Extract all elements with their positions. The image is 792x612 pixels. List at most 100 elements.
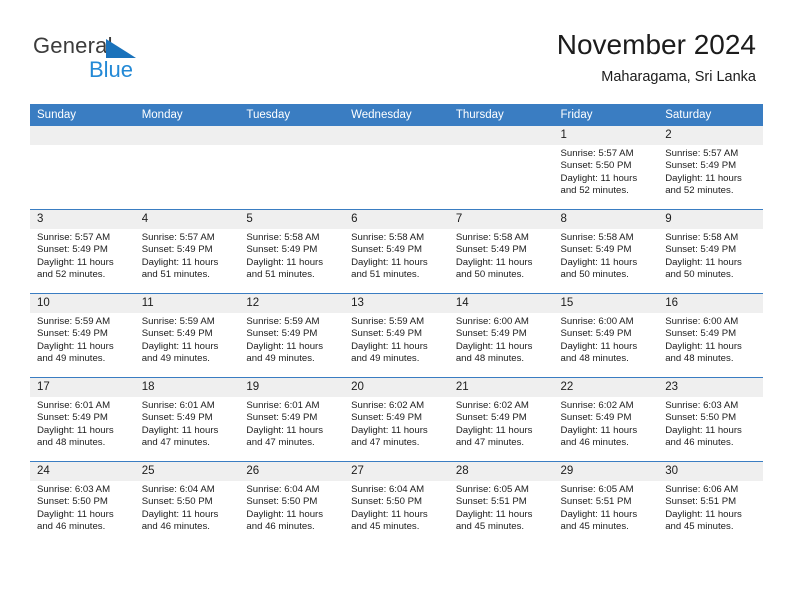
day-cell[interactable]: 17 Sunrise: 6:01 AM Sunset: 5:49 PM Dayl…: [30, 377, 135, 462]
sunrise-text: Sunrise: 6:04 AM: [141, 484, 215, 495]
day-cell[interactable]: [134, 126, 240, 210]
day-details: Sunrise: 5:59 AM Sunset: 5:49 PM Dayligh…: [344, 313, 449, 366]
day-cell[interactable]: 2 Sunrise: 5:57 AM Sunset: 5:49 PM Dayli…: [658, 126, 763, 210]
daylight-text: Daylight: 11 hours and 45 minutes.: [665, 508, 742, 533]
day-details: Sunrise: 5:59 AM Sunset: 5:49 PM Dayligh…: [30, 313, 135, 366]
daylight-text: Daylight: 11 hours and 46 minutes.: [141, 508, 219, 533]
day-cell[interactable]: 4 Sunrise: 5:57 AM Sunset: 5:49 PM Dayli…: [134, 209, 240, 294]
calendar-week-row: 1 Sunrise: 5:57 AM Sunset: 5:50 PM Dayli…: [30, 126, 763, 210]
day-cell[interactable]: 8 Sunrise: 5:58 AM Sunset: 5:49 PM Dayli…: [553, 209, 659, 294]
day-number: 30: [658, 462, 763, 481]
day-number: [344, 126, 449, 145]
sunset-text: Sunset: 5:49 PM: [141, 412, 213, 424]
day-cell[interactable]: 16 Sunrise: 6:00 AM Sunset: 5:49 PM Dayl…: [658, 293, 763, 378]
day-number: 5: [239, 210, 345, 229]
day-number: 25: [134, 462, 240, 481]
day-details: Sunrise: 6:04 AM Sunset: 5:50 PM Dayligh…: [135, 481, 240, 534]
day-number: 4: [134, 210, 240, 229]
page-header: General Blue November 2024 Maharagama, S…: [0, 0, 792, 100]
day-cell[interactable]: 5 Sunrise: 5:58 AM Sunset: 5:49 PM Dayli…: [239, 209, 345, 294]
day-cell[interactable]: 9 Sunrise: 5:58 AM Sunset: 5:49 PM Dayli…: [658, 209, 763, 294]
day-number: 10: [30, 294, 135, 313]
day-number: [448, 126, 554, 145]
logo-primary-text: General: [33, 33, 113, 58]
day-cell[interactable]: 26 Sunrise: 6:04 AM Sunset: 5:50 PM Dayl…: [239, 461, 345, 545]
weekday-header-sunday: Sunday: [30, 104, 135, 126]
sunset-text: Sunset: 5:49 PM: [665, 328, 737, 340]
sunrise-text: Sunrise: 5:57 AM: [560, 148, 634, 159]
day-number: 3: [30, 210, 135, 229]
day-cell[interactable]: 21 Sunrise: 6:02 AM Sunset: 5:49 PM Dayl…: [448, 377, 554, 462]
day-cell[interactable]: 14 Sunrise: 6:00 AM Sunset: 5:49 PM Dayl…: [448, 293, 554, 378]
day-cell[interactable]: [30, 126, 135, 210]
sunset-text: Sunset: 5:50 PM: [351, 496, 423, 508]
day-number: 1: [553, 126, 659, 145]
day-number: [134, 126, 240, 145]
day-details: Sunrise: 5:58 AM Sunset: 5:49 PM Dayligh…: [554, 229, 659, 282]
daylight-text: Daylight: 11 hours and 46 minutes.: [665, 424, 742, 449]
day-details: Sunrise: 6:02 AM Sunset: 5:49 PM Dayligh…: [344, 397, 449, 450]
day-cell[interactable]: 22 Sunrise: 6:02 AM Sunset: 5:49 PM Dayl…: [553, 377, 659, 462]
daylight-text: Daylight: 11 hours and 45 minutes.: [351, 508, 428, 533]
calendar-header-row: Sunday Monday Tuesday Wednesday Thursday…: [30, 104, 763, 126]
generalblue-logo[interactable]: General Blue: [33, 33, 213, 85]
day-details: Sunrise: 6:00 AM Sunset: 5:49 PM Dayligh…: [449, 313, 554, 366]
day-cell[interactable]: 11 Sunrise: 5:59 AM Sunset: 5:49 PM Dayl…: [134, 293, 240, 378]
daylight-text: Daylight: 11 hours and 50 minutes.: [665, 256, 742, 281]
day-cell[interactable]: 19 Sunrise: 6:01 AM Sunset: 5:49 PM Dayl…: [239, 377, 345, 462]
sunrise-text: Sunrise: 5:58 AM: [455, 232, 529, 243]
day-cell[interactable]: 29 Sunrise: 6:05 AM Sunset: 5:51 PM Dayl…: [553, 461, 659, 545]
day-number: 9: [658, 210, 763, 229]
day-cell[interactable]: 27 Sunrise: 6:04 AM Sunset: 5:50 PM Dayl…: [344, 461, 449, 545]
sunrise-text: Sunrise: 5:57 AM: [37, 232, 111, 243]
day-cell[interactable]: 23 Sunrise: 6:03 AM Sunset: 5:50 PM Dayl…: [658, 377, 763, 462]
sunset-text: Sunset: 5:49 PM: [665, 160, 737, 172]
sunset-text: Sunset: 5:49 PM: [37, 244, 108, 256]
daylight-text: Daylight: 11 hours and 45 minutes.: [455, 508, 533, 533]
day-cell[interactable]: [344, 126, 449, 210]
day-cell[interactable]: [239, 126, 345, 210]
day-cell[interactable]: 1 Sunrise: 5:57 AM Sunset: 5:50 PM Dayli…: [553, 126, 659, 210]
day-cell[interactable]: 6 Sunrise: 5:58 AM Sunset: 5:49 PM Dayli…: [344, 209, 449, 294]
sunrise-text: Sunrise: 5:58 AM: [560, 232, 634, 243]
day-cell[interactable]: [448, 126, 554, 210]
day-cell[interactable]: 12 Sunrise: 5:59 AM Sunset: 5:49 PM Dayl…: [239, 293, 345, 378]
day-cell[interactable]: 30 Sunrise: 6:06 AM Sunset: 5:51 PM Dayl…: [658, 461, 763, 545]
sunset-text: Sunset: 5:51 PM: [560, 496, 632, 508]
daylight-text: Daylight: 11 hours and 51 minutes.: [141, 256, 219, 281]
day-cell[interactable]: 24 Sunrise: 6:03 AM Sunset: 5:50 PM Dayl…: [30, 461, 135, 545]
day-number: 14: [448, 294, 554, 313]
day-details: Sunrise: 5:58 AM Sunset: 5:49 PM Dayligh…: [658, 229, 763, 282]
day-cell[interactable]: 13 Sunrise: 5:59 AM Sunset: 5:49 PM Dayl…: [344, 293, 449, 378]
day-cell[interactable]: 28 Sunrise: 6:05 AM Sunset: 5:51 PM Dayl…: [448, 461, 554, 545]
day-cell[interactable]: 15 Sunrise: 6:00 AM Sunset: 5:49 PM Dayl…: [553, 293, 659, 378]
day-cell[interactable]: 20 Sunrise: 6:02 AM Sunset: 5:49 PM Dayl…: [344, 377, 449, 462]
day-cell[interactable]: 10 Sunrise: 5:59 AM Sunset: 5:49 PM Dayl…: [30, 293, 135, 378]
day-details: Sunrise: 6:00 AM Sunset: 5:49 PM Dayligh…: [658, 313, 763, 366]
sunset-text: Sunset: 5:49 PM: [246, 244, 318, 256]
sunrise-text: Sunrise: 6:06 AM: [665, 484, 739, 495]
day-number: 28: [448, 462, 554, 481]
sunrise-text: Sunrise: 6:01 AM: [246, 400, 320, 411]
day-cell[interactable]: 7 Sunrise: 5:58 AM Sunset: 5:49 PM Dayli…: [448, 209, 554, 294]
day-details: Sunrise: 6:01 AM Sunset: 5:49 PM Dayligh…: [239, 397, 344, 450]
sunrise-text: Sunrise: 5:59 AM: [351, 316, 425, 327]
daylight-text: Daylight: 11 hours and 46 minutes.: [37, 508, 114, 533]
weekday-header-friday: Friday: [553, 104, 659, 126]
day-cell[interactable]: 3 Sunrise: 5:57 AM Sunset: 5:49 PM Dayli…: [30, 209, 135, 294]
day-number: 23: [658, 378, 763, 397]
daylight-text: Daylight: 11 hours and 47 minutes.: [141, 424, 219, 449]
sunrise-text: Sunrise: 5:59 AM: [37, 316, 111, 327]
day-details: Sunrise: 6:00 AM Sunset: 5:49 PM Dayligh…: [554, 313, 659, 366]
day-details: Sunrise: 6:02 AM Sunset: 5:49 PM Dayligh…: [554, 397, 659, 450]
daylight-text: Daylight: 11 hours and 45 minutes.: [560, 508, 638, 533]
day-details: Sunrise: 6:03 AM Sunset: 5:50 PM Dayligh…: [30, 481, 135, 534]
sunrise-text: Sunrise: 6:03 AM: [37, 484, 111, 495]
day-details: Sunrise: 6:01 AM Sunset: 5:49 PM Dayligh…: [135, 397, 240, 450]
day-cell[interactable]: 25 Sunrise: 6:04 AM Sunset: 5:50 PM Dayl…: [134, 461, 240, 545]
daylight-text: Daylight: 11 hours and 47 minutes.: [246, 424, 324, 449]
day-cell[interactable]: 18 Sunrise: 6:01 AM Sunset: 5:49 PM Dayl…: [134, 377, 240, 462]
sunrise-text: Sunrise: 5:57 AM: [141, 232, 215, 243]
daylight-text: Daylight: 11 hours and 51 minutes.: [351, 256, 428, 281]
sunset-text: Sunset: 5:49 PM: [37, 412, 108, 424]
